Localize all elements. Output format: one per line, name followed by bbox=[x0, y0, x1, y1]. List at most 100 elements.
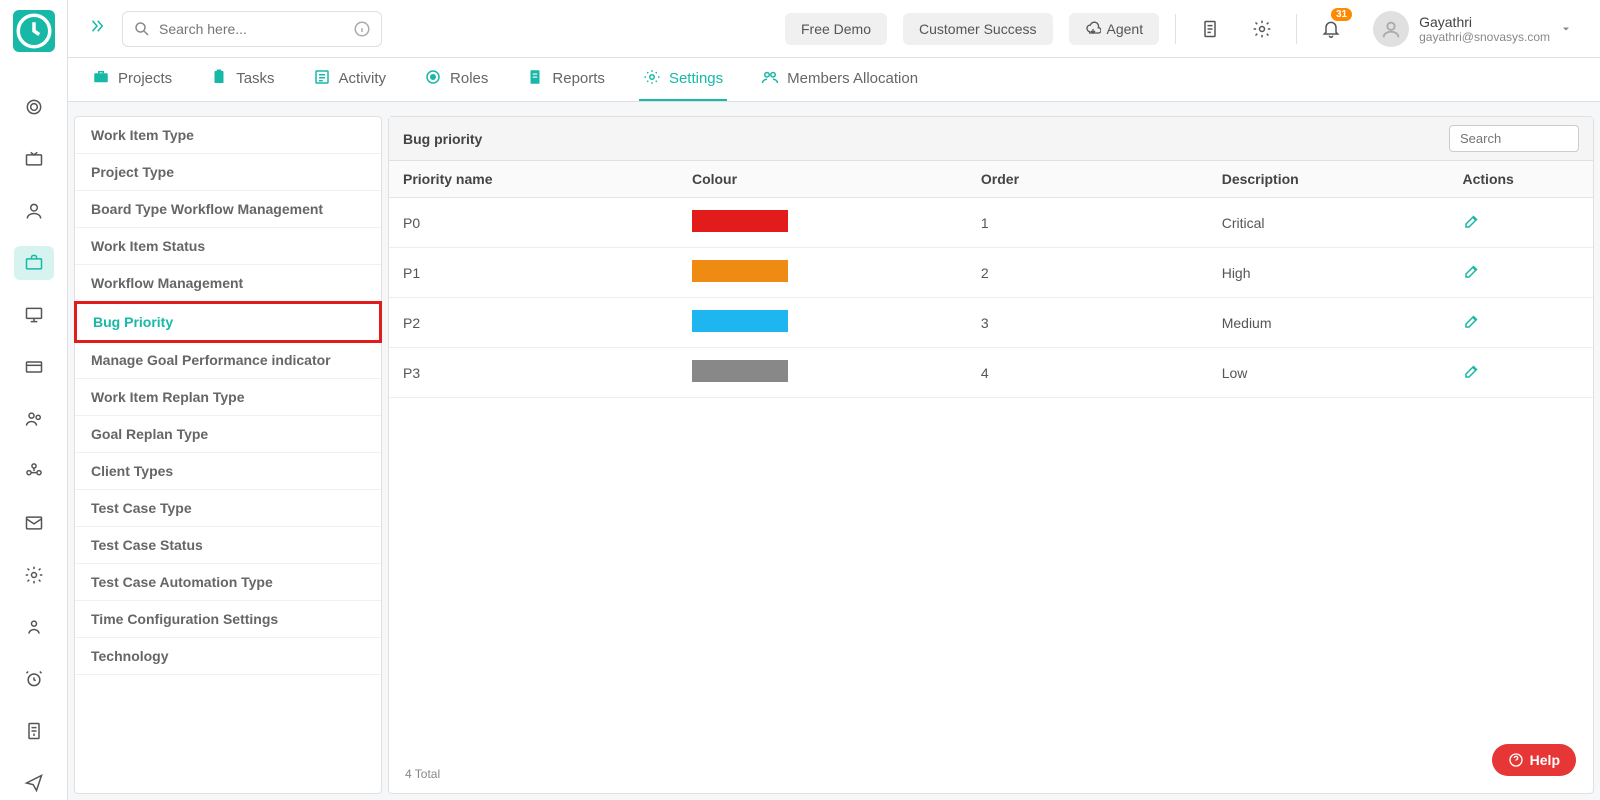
app-logo[interactable] bbox=[13, 10, 55, 52]
settings-item-work-item-type[interactable]: Work Item Type bbox=[75, 117, 381, 154]
user-menu[interactable]: Gayathri gayathri@snovasys.com bbox=[1365, 11, 1580, 47]
tab-label: Roles bbox=[450, 70, 488, 87]
settings-item-project-type[interactable]: Project Type bbox=[75, 154, 381, 191]
tab-activity[interactable]: Activity bbox=[309, 58, 391, 101]
send-icon bbox=[24, 773, 44, 793]
col-colour: Colour bbox=[678, 161, 967, 198]
gear-icon bbox=[643, 68, 661, 86]
main-nav: Projects Tasks Activity Roles Reports Se… bbox=[68, 58, 1600, 102]
card-icon bbox=[24, 357, 44, 377]
tab-settings[interactable]: Settings bbox=[639, 58, 727, 101]
customer-success-button[interactable]: Customer Success bbox=[903, 13, 1052, 45]
clipboard-icon bbox=[210, 68, 228, 86]
global-search[interactable] bbox=[122, 11, 382, 47]
rail-item-settings[interactable] bbox=[14, 558, 54, 592]
settings-item-work-item-status[interactable]: Work Item Status bbox=[75, 228, 381, 265]
global-search-input[interactable] bbox=[159, 21, 345, 37]
settings-item-manage-goal-performance-indicator[interactable]: Manage Goal Performance indicator bbox=[75, 342, 381, 379]
chevrons-right-icon bbox=[88, 17, 106, 35]
rail-item-desktop[interactable] bbox=[14, 298, 54, 332]
cell-description: Medium bbox=[1208, 298, 1449, 348]
color-swatch bbox=[692, 210, 788, 232]
tab-label: Activity bbox=[339, 70, 387, 87]
tv-icon bbox=[24, 149, 44, 169]
rail-item-user[interactable] bbox=[14, 194, 54, 228]
edit-button[interactable] bbox=[1463, 312, 1481, 330]
person2-icon bbox=[24, 617, 44, 637]
edit-button[interactable] bbox=[1463, 362, 1481, 380]
content-area: Work Item TypeProject TypeBoard Type Wor… bbox=[68, 102, 1600, 800]
rail-item-send[interactable] bbox=[14, 766, 54, 800]
panel-search-input[interactable] bbox=[1449, 125, 1579, 152]
panel-search[interactable] bbox=[1449, 125, 1579, 152]
tab-tasks[interactable]: Tasks bbox=[206, 58, 278, 101]
list-icon bbox=[313, 68, 331, 86]
notification-badge: 31 bbox=[1331, 8, 1352, 21]
edit-button[interactable] bbox=[1463, 212, 1481, 230]
users-icon bbox=[24, 409, 44, 429]
settings-item-client-types[interactable]: Client Types bbox=[75, 453, 381, 490]
settings-item-goal-replan-type[interactable]: Goal Replan Type bbox=[75, 416, 381, 453]
settings-item-board-type-workflow-management[interactable]: Board Type Workflow Management bbox=[75, 191, 381, 228]
avatar-icon bbox=[1380, 18, 1402, 40]
agent-button[interactable]: Agent bbox=[1069, 13, 1160, 45]
cell-colour bbox=[678, 248, 967, 298]
cell-order: 3 bbox=[967, 298, 1208, 348]
rail-item-people[interactable] bbox=[14, 402, 54, 436]
cell-order: 2 bbox=[967, 248, 1208, 298]
table-row: P12High bbox=[389, 248, 1593, 298]
settings-item-test-case-status[interactable]: Test Case Status bbox=[75, 527, 381, 564]
rail-item-projects[interactable] bbox=[14, 246, 54, 280]
expand-sidebar-button[interactable] bbox=[88, 17, 106, 40]
settings-item-test-case-automation-type[interactable]: Test Case Automation Type bbox=[75, 564, 381, 601]
tab-members-allocation[interactable]: Members Allocation bbox=[757, 58, 922, 101]
color-swatch bbox=[692, 360, 788, 382]
rail-item-time[interactable] bbox=[14, 662, 54, 696]
cell-actions bbox=[1449, 298, 1594, 348]
rail-item-profile[interactable] bbox=[14, 610, 54, 644]
settings-item-time-configuration-settings[interactable]: Time Configuration Settings bbox=[75, 601, 381, 638]
info-icon[interactable] bbox=[353, 20, 371, 38]
document-icon bbox=[1200, 19, 1220, 39]
settings-item-workflow-management[interactable]: Workflow Management bbox=[75, 265, 381, 302]
help-label: Help bbox=[1530, 752, 1560, 768]
avatar bbox=[1373, 11, 1409, 47]
free-demo-label: Free Demo bbox=[801, 21, 871, 37]
rail-item-mail[interactable] bbox=[14, 506, 54, 540]
header-settings-button[interactable] bbox=[1244, 11, 1280, 47]
settings-item-test-case-type[interactable]: Test Case Type bbox=[75, 490, 381, 527]
tab-label: Settings bbox=[669, 70, 723, 87]
document-button[interactable] bbox=[1192, 11, 1228, 47]
search-icon bbox=[133, 20, 151, 38]
customer-success-label: Customer Success bbox=[919, 21, 1036, 37]
rail-item-monitor[interactable] bbox=[14, 142, 54, 176]
tab-reports[interactable]: Reports bbox=[522, 58, 609, 101]
col-actions: Actions bbox=[1449, 161, 1594, 198]
team-icon bbox=[24, 461, 44, 481]
col-priority-name: Priority name bbox=[389, 161, 678, 198]
settings-item-technology[interactable]: Technology bbox=[75, 638, 381, 675]
notifications-button[interactable]: 31 bbox=[1313, 11, 1349, 47]
rail-item-invoice[interactable] bbox=[14, 714, 54, 748]
settings-item-work-item-replan-type[interactable]: Work Item Replan Type bbox=[75, 379, 381, 416]
rail-item-team[interactable] bbox=[14, 454, 54, 488]
table-row: P2 3Medium bbox=[389, 298, 1593, 348]
rail-item-card[interactable] bbox=[14, 350, 54, 384]
cell-description: High bbox=[1208, 248, 1449, 298]
tab-label: Projects bbox=[118, 70, 172, 87]
help-button[interactable]: Help bbox=[1492, 744, 1576, 776]
rail-item-dashboard[interactable] bbox=[14, 90, 54, 124]
edit-button[interactable] bbox=[1463, 262, 1481, 280]
cell-description: Low bbox=[1208, 348, 1449, 398]
tab-projects[interactable]: Projects bbox=[88, 58, 176, 101]
user-email: gayathri@snovasys.com bbox=[1419, 30, 1550, 44]
priority-table: Priority name Colour Order Description A… bbox=[389, 161, 1593, 398]
table-row: P34Low bbox=[389, 348, 1593, 398]
settings-item-bug-priority[interactable]: Bug Priority bbox=[74, 301, 382, 343]
person-icon bbox=[24, 201, 44, 221]
tab-label: Reports bbox=[552, 70, 605, 87]
tab-roles[interactable]: Roles bbox=[420, 58, 492, 101]
settings-sidebar: Work Item TypeProject TypeBoard Type Wor… bbox=[74, 116, 382, 794]
cell-name: P2 bbox=[389, 298, 678, 348]
free-demo-button[interactable]: Free Demo bbox=[785, 13, 887, 45]
